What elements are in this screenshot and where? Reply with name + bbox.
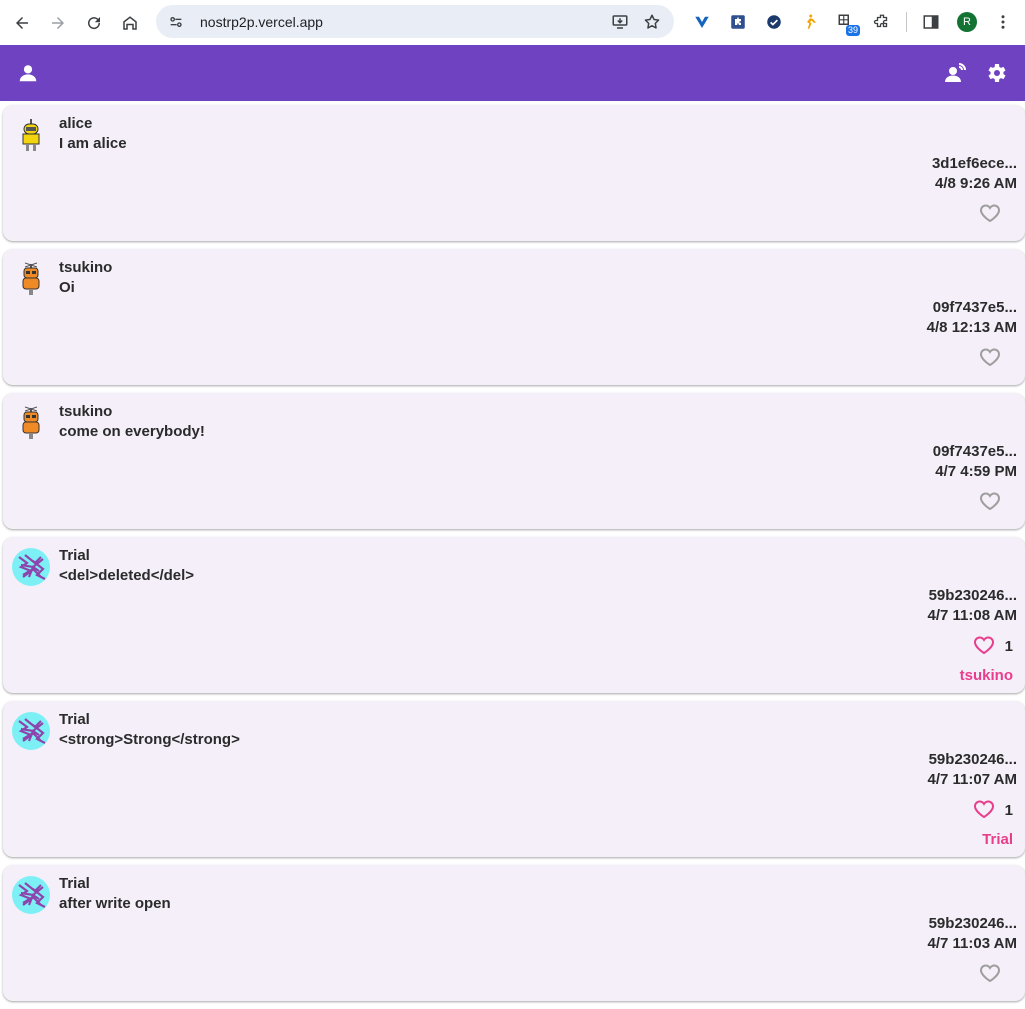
- post-author[interactable]: Trial: [59, 711, 90, 728]
- profile-avatar: R: [957, 12, 977, 32]
- back-button[interactable]: [8, 9, 36, 37]
- extensions-menu-button[interactable]: [868, 8, 896, 36]
- heart-outline-icon: [974, 800, 994, 819]
- bookmark-star-icon[interactable]: [640, 10, 664, 34]
- timeline-feed: alice I am alice 3d1ef6ece... 4/8 9:26 A…: [3, 105, 1025, 1009]
- pattern-cyan-icon[interactable]: [11, 711, 51, 751]
- post-pubkey: 59b230246...: [928, 915, 1017, 932]
- v-logo-icon: [695, 16, 709, 28]
- post-author[interactable]: tsukino: [59, 403, 112, 420]
- reload-icon: [88, 16, 101, 29]
- post-content: <strong>Strong</strong>: [59, 731, 240, 748]
- toolbar-separator: [906, 12, 907, 32]
- liker-name[interactable]: tsukino: [960, 667, 1013, 684]
- check-circle-icon: [767, 15, 781, 29]
- side-panel-icon: [923, 15, 939, 29]
- arrow-right-icon: [52, 16, 64, 29]
- more-vert-icon: [1001, 15, 1005, 29]
- post-pubkey: 59b230246...: [928, 587, 1017, 604]
- extension-badge: 39: [845, 25, 860, 36]
- puzzle-square-icon: [731, 15, 745, 29]
- extension-puzzle-blue[interactable]: [724, 8, 752, 36]
- heart-outline-icon: [980, 204, 1000, 223]
- liker-name[interactable]: Trial: [982, 831, 1013, 848]
- like-count: 1: [1004, 638, 1013, 655]
- post-content: Oi: [59, 279, 75, 296]
- post-pubkey: 3d1ef6ece...: [931, 155, 1017, 172]
- pattern-cyan-icon[interactable]: [11, 875, 51, 915]
- forward-button[interactable]: [44, 9, 72, 37]
- pattern-cyan-icon[interactable]: [11, 547, 51, 587]
- post-card[interactable]: Trial after write open 59b230246... 4/7 …: [3, 865, 1025, 1001]
- url-text[interactable]: nostrp2p.vercel.app: [200, 14, 600, 30]
- browser-toolbar: nostrp2p.vercel.app 39 R: [0, 0, 1025, 45]
- post-author[interactable]: tsukino: [59, 259, 112, 276]
- profile-nav-button[interactable]: [17, 62, 39, 84]
- puzzle-icon: [873, 14, 888, 28]
- post-card[interactable]: tsukino Oi 09f7437e5... 4/8 12:13 AM: [3, 249, 1025, 385]
- extension-v[interactable]: [688, 8, 716, 36]
- runner-icon: [807, 14, 816, 29]
- post-card[interactable]: alice I am alice 3d1ef6ece... 4/8 9:26 A…: [3, 105, 1025, 241]
- side-panel-button[interactable]: [917, 8, 945, 36]
- post-content: I am alice: [59, 135, 127, 152]
- post-pubkey: 09f7437e5...: [932, 443, 1017, 460]
- like-button[interactable]: [971, 797, 997, 821]
- heart-outline-icon: [980, 348, 1000, 367]
- app-bar: [0, 45, 1025, 101]
- post-pubkey: 09f7437e5...: [932, 299, 1017, 316]
- post-author[interactable]: Trial: [59, 547, 90, 564]
- post-pubkey: 59b230246...: [928, 751, 1017, 768]
- like-button[interactable]: [977, 201, 1003, 225]
- like-button[interactable]: [977, 961, 1003, 985]
- site-settings-icon[interactable]: [166, 12, 186, 32]
- like-button[interactable]: [977, 489, 1003, 513]
- gear-icon: [988, 64, 1006, 82]
- heart-outline-icon: [980, 964, 1000, 983]
- robot-yellow-icon[interactable]: [11, 115, 51, 155]
- person-signal-icon: [945, 63, 966, 82]
- post-time: 4/8 12:13 AM: [926, 319, 1017, 336]
- heart-outline-icon: [974, 636, 994, 655]
- extensions-row: 39 R: [688, 8, 1025, 36]
- post-author[interactable]: alice: [59, 115, 92, 132]
- profile-button[interactable]: R: [953, 8, 981, 36]
- post-card[interactable]: Trial <strong>Strong</strong> 59b230246.…: [3, 701, 1025, 857]
- post-content: <del>deleted</del>: [59, 567, 195, 584]
- robot-orange-icon[interactable]: [11, 259, 51, 299]
- like-button[interactable]: [971, 633, 997, 657]
- extension-counter[interactable]: 39: [832, 8, 860, 36]
- post-time: 4/7 4:59 PM: [935, 463, 1017, 480]
- install-app-icon[interactable]: [608, 10, 632, 34]
- post-time: 4/7 11:07 AM: [927, 771, 1018, 788]
- home-button[interactable]: [116, 9, 144, 37]
- post-content: come on everybody!: [59, 423, 205, 440]
- post-content: after write open: [59, 895, 171, 912]
- arrow-left-icon: [16, 16, 28, 29]
- connect-relay-button[interactable]: [944, 61, 968, 85]
- extension-check[interactable]: [760, 8, 788, 36]
- person-icon: [19, 65, 37, 82]
- post-author[interactable]: Trial: [59, 875, 90, 892]
- post-card[interactable]: tsukino come on everybody! 09f7437e5... …: [3, 393, 1025, 529]
- post-time: 4/7 11:03 AM: [927, 935, 1018, 952]
- address-bar[interactable]: nostrp2p.vercel.app: [156, 5, 674, 38]
- browser-menu-button[interactable]: [989, 8, 1017, 36]
- robot-orange-icon[interactable]: [11, 403, 51, 443]
- post-time: 4/7 11:08 AM: [927, 607, 1018, 624]
- app-bar-actions: [928, 61, 1008, 85]
- settings-button[interactable]: [984, 61, 1008, 85]
- post-time: 4/8 9:26 AM: [935, 175, 1017, 192]
- like-button[interactable]: [977, 345, 1003, 369]
- post-card[interactable]: Trial <del>deleted</del> 59b230246... 4/…: [3, 537, 1025, 693]
- home-icon: [123, 15, 137, 30]
- like-count: 1: [1004, 802, 1013, 819]
- reload-button[interactable]: [80, 9, 108, 37]
- extension-runner[interactable]: [796, 8, 824, 36]
- heart-outline-icon: [980, 492, 1000, 511]
